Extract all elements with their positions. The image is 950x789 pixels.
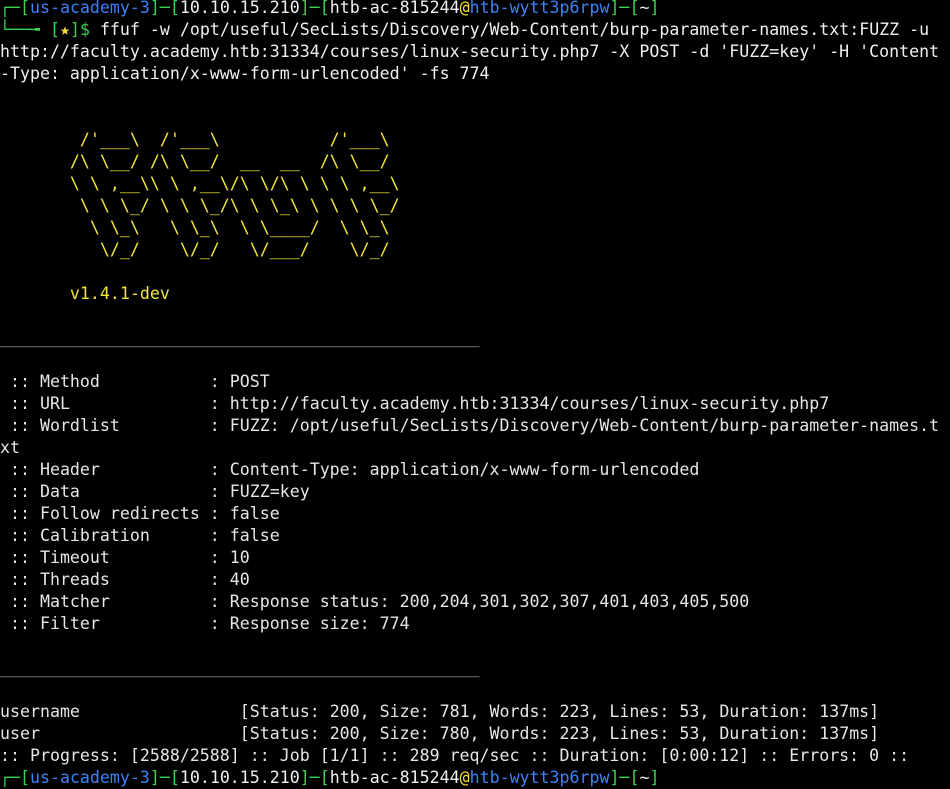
config-row: :: Threads : 40 xyxy=(0,569,950,591)
version-label: v1.4.1-dev xyxy=(0,284,170,303)
config-label: :: Follow redirects : xyxy=(0,504,230,523)
config-label: :: Wordlist : xyxy=(0,416,230,435)
config-value: http://faculty.academy.htb:31334/courses… xyxy=(229,394,830,413)
config-value: POST xyxy=(229,372,270,391)
banner-art-line: \ \ \_/ \ \ \_/\ \ \_\ \ \ \ \_/ xyxy=(0,196,460,215)
prompt-separator: ]─[ xyxy=(299,0,330,17)
config-row: :: Matcher : Response status: 200,204,30… xyxy=(0,591,950,613)
prompt-header-line: ┌─[us-academy-3]─[10.10.15.210]─[htb-ac-… xyxy=(0,0,950,19)
config-label: :: Method : xyxy=(0,372,230,391)
banner-art-line: \ \ ,__\\ \ ,__\/\ \/\ \ \ \ ,__\ xyxy=(0,174,460,193)
prompt-cwd: ~ xyxy=(639,768,650,787)
config-value: false xyxy=(229,504,280,523)
config-value: Content-Type: application/x-www-form-url… xyxy=(229,460,700,479)
banner-art-line: /\ \__/ /\ \__/ __ __ /\ \__/ xyxy=(0,152,460,171)
result-detail: [Status: 200, Size: 781, Words: 223, Lin… xyxy=(239,702,880,721)
config-row: :: Follow redirects : false xyxy=(0,503,950,525)
results-list: username [Status: 200, Size: 781, Words:… xyxy=(0,701,950,745)
command-continuation: http://faculty.academy.htb:31334/courses… xyxy=(0,42,940,61)
config-value: xt xyxy=(0,438,20,457)
banner-art-line: \/_/ \/_/ \/___/ \/_/ xyxy=(0,240,460,259)
terminal-window[interactable]: ┌─[us-academy-3]─[10.10.15.210]─[htb-ac-… xyxy=(0,0,950,789)
prompt-user: us-academy-3 xyxy=(29,768,150,787)
config-list: :: Method : POST :: URL : http://faculty… xyxy=(0,371,950,635)
config-row: :: Method : POST xyxy=(0,371,950,393)
ffuf-banner: /'___\ /'___\ /'___\ /\ \__/ /\ \__/ __ … xyxy=(0,129,950,261)
separator-line: ________________________________________… xyxy=(0,658,480,677)
config-value: Response size: 774 xyxy=(229,614,410,633)
prompt-dollar: ]$ xyxy=(69,20,100,39)
command-line[interactable]: └──╼ [★]$ ffuf -w /opt/useful/SecLists/D… xyxy=(0,19,950,41)
config-value: 40 xyxy=(229,570,250,589)
prompt-separator: ]─[ xyxy=(609,768,640,787)
result-row: username [Status: 200, Size: 781, Words:… xyxy=(0,701,950,723)
progress-line: :: Progress: [2588/2588] :: Job [1/1] ::… xyxy=(0,746,910,765)
config-row: :: Wordlist : FUZZ: /opt/useful/SecLists… xyxy=(0,415,950,437)
banner-art-line: /'___\ /'___\ /'___\ xyxy=(0,130,460,149)
prompt-frame-top: ┌─[ xyxy=(0,768,30,787)
command-continuation: -Type: application/x-www-form-urlencoded… xyxy=(0,64,490,83)
prompt-host: htb-wytt3p6rpw xyxy=(469,768,610,787)
command-text: ffuf -w /opt/useful/SecLists/Discovery/W… xyxy=(99,20,930,39)
config-label: :: Filter : xyxy=(0,614,230,633)
config-label: :: Calibration : xyxy=(0,526,230,545)
star-icon: ★ xyxy=(59,20,70,39)
prompt-separator: ]─[ xyxy=(609,0,640,17)
config-label: :: Matcher : xyxy=(0,592,230,611)
prompt-separator: ]─[ xyxy=(149,0,180,17)
config-row: :: Calibration : false xyxy=(0,525,950,547)
result-detail: [Status: 200, Size: 780, Words: 223, Lin… xyxy=(239,724,880,743)
prompt-end: ] xyxy=(649,0,660,17)
config-value: false xyxy=(229,526,280,545)
config-value: Response status: 200,204,301,302,307,401… xyxy=(229,592,750,611)
config-row: :: Filter : Response size: 774 xyxy=(0,613,950,635)
config-value: FUZZ=key xyxy=(229,482,310,501)
prompt-ip: 10.10.15.210 xyxy=(179,768,300,787)
config-row: :: Header : Content-Type: application/x-… xyxy=(0,459,950,481)
prompt-end: ] xyxy=(649,768,660,787)
config-value: 10 xyxy=(229,548,250,567)
config-value: FUZZ: /opt/useful/SecLists/Discovery/Web… xyxy=(229,416,940,435)
config-row: xt xyxy=(0,437,950,459)
separator-line: ________________________________________… xyxy=(0,328,480,347)
next-prompt-line[interactable]: ┌─[us-academy-3]─[10.10.15.210]─[htb-ac-… xyxy=(0,767,950,789)
prompt-frame-bottom: └──╼ [ xyxy=(0,20,60,39)
prompt-frame-top: ┌─[ xyxy=(0,0,30,17)
prompt-ip: 10.10.15.210 xyxy=(179,0,300,17)
prompt-at: @ xyxy=(459,768,470,787)
config-label: :: Header : xyxy=(0,460,230,479)
config-label: :: Timeout : xyxy=(0,548,230,567)
result-parameter: user xyxy=(0,724,240,743)
prompt-separator: ]─[ xyxy=(299,768,330,787)
config-row: :: Timeout : 10 xyxy=(0,547,950,569)
result-row: user [Status: 200, Size: 780, Words: 223… xyxy=(0,723,950,745)
config-label: :: Data : xyxy=(0,482,230,501)
banner-art-line: \ \_\ \ \_\ \ \____/ \ \_\ xyxy=(0,218,460,237)
config-row: :: Data : FUZZ=key xyxy=(0,481,950,503)
result-parameter: username xyxy=(0,702,240,721)
config-label: :: URL : xyxy=(0,394,230,413)
prompt-host: htb-wytt3p6rpw xyxy=(469,0,610,17)
prompt-at: @ xyxy=(459,0,470,17)
prompt-host-user: htb-ac-815244 xyxy=(329,768,460,787)
prompt-user: us-academy-3 xyxy=(29,0,150,17)
config-label: :: Threads : xyxy=(0,570,230,589)
config-row: :: URL : http://faculty.academy.htb:3133… xyxy=(0,393,950,415)
prompt-host-user: htb-ac-815244 xyxy=(329,0,460,17)
prompt-cwd: ~ xyxy=(639,0,650,17)
prompt-separator: ]─[ xyxy=(149,768,180,787)
